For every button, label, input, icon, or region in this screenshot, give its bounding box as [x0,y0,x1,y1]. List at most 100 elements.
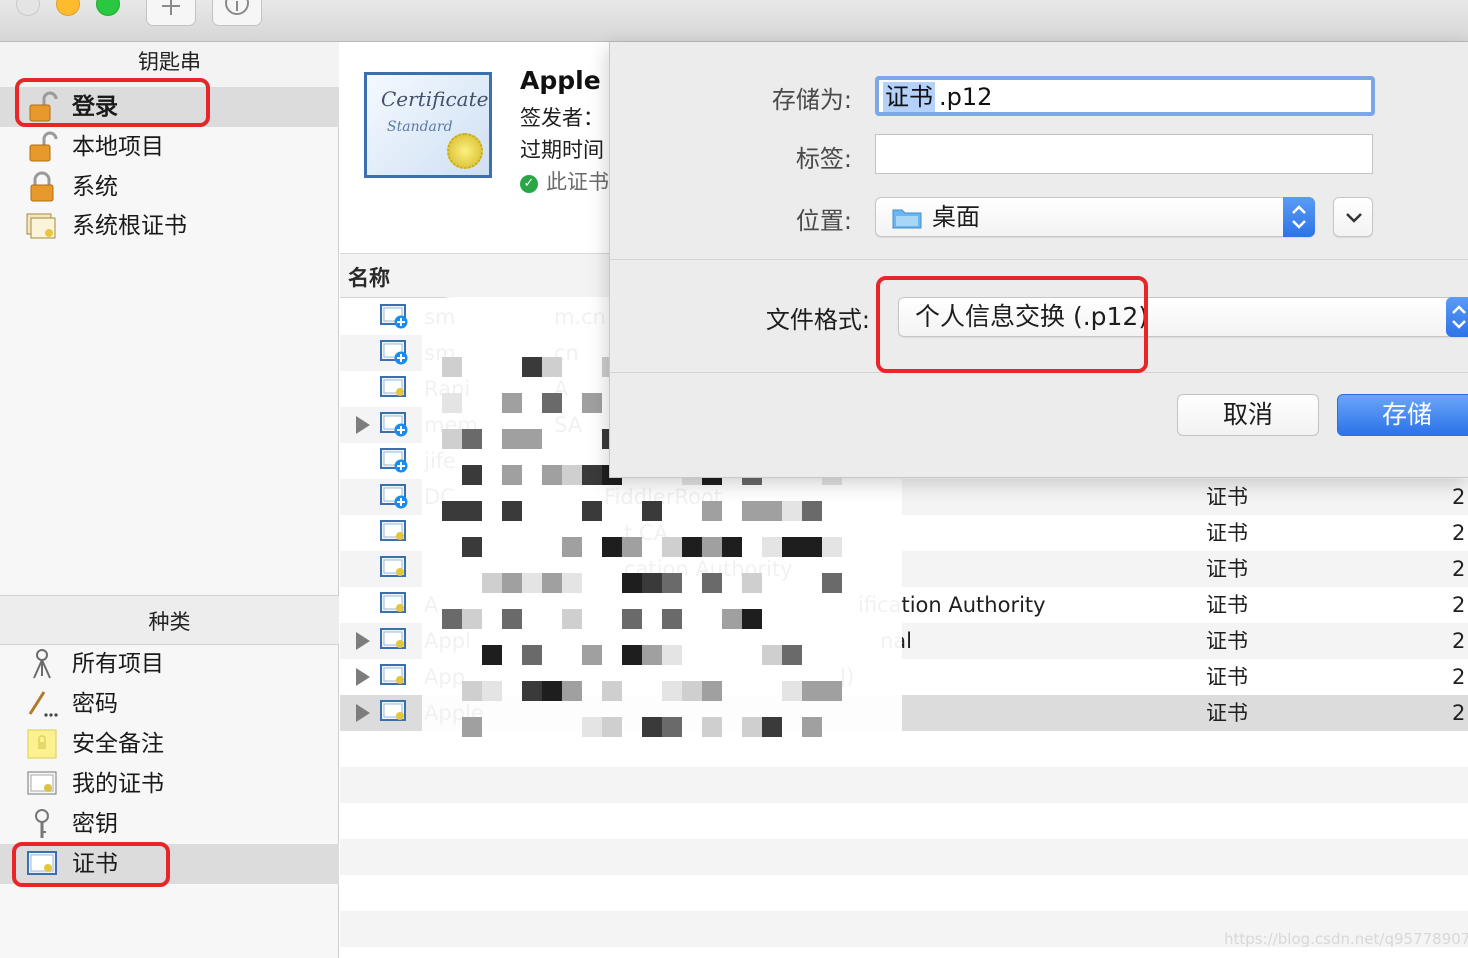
certificate-validity-text: 此证书 [546,170,609,194]
redaction-pixel [662,537,682,557]
sidebar-item-keys[interactable]: 密钥 [0,804,339,844]
expand-browser-button[interactable] [1333,197,1373,237]
column-header-name[interactable]: 名称 [348,262,390,292]
redaction-pixel [662,645,682,665]
row-kind: 证书 [1206,557,1248,581]
sidebar-item-label: 所有项目 [72,651,164,677]
redaction-pixel [502,393,522,413]
certificate-plus-icon [380,412,408,437]
watermark: https://blog.csdn.net/q957789074 [1224,930,1468,948]
redaction-pixel [802,501,822,521]
save-sheet: 存储为: 证书 .p12 标签: 位置: 桌面 文件格式: 个人信息交换 (.p… [609,42,1468,478]
row-kind: 证书 [1206,485,1248,509]
sidebar-item-secure-notes[interactable]: 安全备注 [0,724,339,764]
disclosure-triangle-icon[interactable] [356,632,370,650]
save-button[interactable]: 存储 [1337,394,1468,436]
plus-icon [162,0,180,15]
disclosure-triangle-icon[interactable] [356,704,370,722]
redaction-pixel [542,393,562,413]
redaction-pixel [642,501,662,521]
folder-icon [892,209,922,229]
redaction-pixel [562,465,582,485]
sidebar-item-passwords[interactable]: 密码 [0,684,339,724]
redaction-pixel [542,465,562,485]
cancel-button[interactable]: 取消 [1177,394,1319,436]
row-kind: 证书 [1206,593,1248,617]
redaction-pixel [462,501,482,521]
save-as-selected-text: 证书 [883,82,935,112]
certificate-icon [380,700,406,721]
redaction-pixel [762,717,782,737]
redaction-pixel [542,681,562,701]
tags-field[interactable] [875,134,1373,174]
sidebar: 钥匙串 登录 本地项目 系统 系统根证书 种类 所有项目 密码 安全备注 我的证… [0,42,339,958]
redaction-pixel [702,717,722,737]
redaction-pixel [462,429,482,449]
sidebar-item-system-roots[interactable]: 系统根证书 [0,206,339,246]
chevron-down-icon [1346,213,1362,223]
get-info-button[interactable] [212,0,262,26]
sidebar-item-local-items[interactable]: 本地项目 [0,127,339,167]
key-icon [35,809,49,838]
redaction-pixel [522,681,542,701]
redaction-pixel [582,393,602,413]
empty-row [340,839,1468,875]
certificate-icon [380,556,406,577]
disclosure-triangle-icon[interactable] [356,416,370,434]
certificate-icon [380,376,406,397]
certificates-stack-icon [26,213,56,239]
lock-closed-icon [30,171,54,202]
redaction-pixel [582,465,602,485]
redaction-pixel [582,717,602,737]
redaction-pixel [702,501,722,521]
redaction-pixel [622,573,642,593]
certificate-icon [380,592,406,613]
sidebar-item-label: 安全备注 [72,731,164,757]
redaction-pixel [482,645,502,665]
redaction-pixel [782,537,802,557]
redaction-pixel [582,645,602,665]
redaction-pixel [502,429,522,449]
redaction-pixel [702,681,722,701]
row-expiry-date: 2 [1452,521,1466,545]
redaction-pixel [562,537,582,557]
sidebar-item-my-certificates[interactable]: 我的证书 [0,764,339,804]
row-kind: 证书 [1206,629,1248,653]
save-as-field[interactable]: 证书 .p12 [875,76,1375,116]
sidebar-item-system[interactable]: 系统 [0,167,339,207]
redaction-pixel [502,465,522,485]
certificate-icon [380,628,406,649]
seal-icon [447,133,483,169]
redaction-pixel [662,609,682,629]
redaction-pixel [742,573,762,593]
window-zoom-button[interactable] [96,0,120,16]
window-minimize-button[interactable] [56,0,80,16]
redaction-pixel [502,573,522,593]
redaction-pixel [542,357,562,377]
redaction-pixel [502,501,522,521]
check-icon: ✓ [520,175,538,193]
sidebar-item-label: 系统根证书 [72,213,187,239]
redaction-pixel [622,609,642,629]
password-icon [28,691,58,717]
sidebar-item-all-items[interactable]: 所有项目 [0,644,339,684]
redaction-pixel [602,537,622,557]
redaction-pixel [822,537,842,557]
where-popup-value: 桌面 [932,203,980,231]
redaction-pixel [662,573,682,593]
row-expiry-date: 2 [1452,665,1466,689]
redaction-pixel [802,717,822,737]
redaction-pixel [482,681,502,701]
redaction-pixel [702,537,722,557]
file-format-stepper[interactable] [1446,297,1468,337]
window-close-button[interactable] [16,0,40,16]
where-stepper[interactable] [1283,197,1315,237]
add-item-button[interactable] [146,0,196,26]
redaction-pixel [522,429,542,449]
annotation-file-format-highlight [876,276,1148,373]
sidebar-item-label: 密码 [72,691,118,717]
redaction-pixel [802,681,822,701]
where-popup[interactable]: 桌面 [875,197,1315,237]
annotation-certificates-highlight [12,842,170,887]
disclosure-triangle-icon[interactable] [356,668,370,686]
